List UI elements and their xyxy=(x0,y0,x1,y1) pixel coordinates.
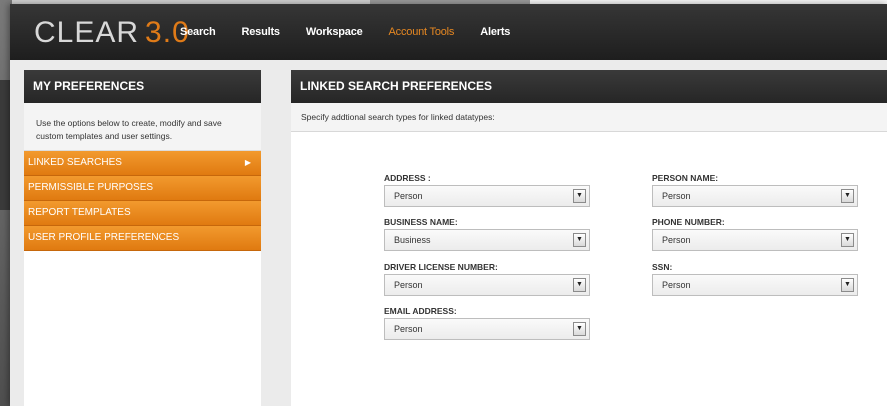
pref-item-permissible-purposes[interactable]: PERMISSIBLE PURPOSES xyxy=(24,176,261,201)
chevron-down-icon[interactable]: ▼ xyxy=(573,322,586,336)
email-field: EMAIL ADDRESS: Person ▼ xyxy=(384,304,594,340)
business-name-select[interactable]: Business ▼ xyxy=(384,229,590,251)
phone-number-field: PHONE NUMBER: Person ▼ xyxy=(652,215,862,251)
pref-item-linked-searches[interactable]: LINKED SEARCHES ▶ xyxy=(24,151,261,176)
address-value: Person xyxy=(394,191,423,201)
phone-number-select[interactable]: Person ▼ xyxy=(652,229,858,251)
chevron-right-icon: ▶ xyxy=(244,158,251,167)
screen: CLEAR 3.0 Search Results Workspace Accoun… xyxy=(0,0,887,406)
pref-item-report-templates[interactable]: REPORT TEMPLATES xyxy=(24,201,261,226)
chevron-down-icon[interactable]: ▼ xyxy=(841,233,854,247)
address-label: ADDRESS : xyxy=(384,173,431,183)
address-field: ADDRESS : Person ▼ xyxy=(384,171,594,207)
linked-search-panel: LINKED SEARCH PREFERENCES Specify addtio… xyxy=(291,70,887,406)
ssn-value: Person xyxy=(662,280,691,290)
chevron-down-icon[interactable]: ▼ xyxy=(573,233,586,247)
driver-license-label: DRIVER LICENSE NUMBER: xyxy=(384,262,498,272)
chevron-down-icon[interactable]: ▼ xyxy=(573,189,586,203)
email-select[interactable]: Person ▼ xyxy=(384,318,590,340)
main-nav: Search Results Workspace Account Tools A… xyxy=(180,4,536,60)
driver-license-select[interactable]: Person ▼ xyxy=(384,274,590,296)
top-navigation-bar: CLEAR 3.0 Search Results Workspace Accoun… xyxy=(10,4,887,60)
pref-item-label: LINKED SEARCHES xyxy=(28,157,122,168)
nav-account-tools[interactable]: Account Tools xyxy=(389,26,455,38)
preferences-title: MY PREFERENCES xyxy=(24,70,261,103)
nav-alerts[interactable]: Alerts xyxy=(480,26,510,38)
phone-number-label: PHONE NUMBER: xyxy=(652,217,725,227)
linked-search-title: LINKED SEARCH PREFERENCES xyxy=(291,70,887,103)
linked-search-description: Specify addtional search types for linke… xyxy=(291,103,887,132)
chevron-down-icon[interactable]: ▼ xyxy=(841,189,854,203)
nav-search[interactable]: Search xyxy=(180,26,216,38)
ssn-field: SSN: Person ▼ xyxy=(652,260,862,296)
nav-results[interactable]: Results xyxy=(242,26,281,38)
preferences-panel: MY PREFERENCES Use the options below to … xyxy=(24,70,261,406)
pref-item-label: REPORT TEMPLATES xyxy=(28,207,131,218)
person-name-value: Person xyxy=(662,191,691,201)
ssn-label: SSN: xyxy=(652,262,673,272)
pref-item-user-profile-preferences[interactable]: USER PROFILE PREFERENCES xyxy=(24,226,261,251)
nav-workspace[interactable]: Workspace xyxy=(306,26,363,38)
preferences-description: Use the options below to create, modify … xyxy=(24,103,261,151)
business-name-value: Business xyxy=(394,235,431,245)
person-name-label: PERSON NAME: xyxy=(652,173,719,183)
business-name-field: BUSINESS NAME: Business ▼ xyxy=(384,215,594,251)
pref-item-label: USER PROFILE PREFERENCES xyxy=(28,232,180,243)
phone-number-value: Person xyxy=(662,235,691,245)
business-name-label: BUSINESS NAME: xyxy=(384,217,458,227)
pref-item-label: PERMISSIBLE PURPOSES xyxy=(28,182,154,193)
chevron-down-icon[interactable]: ▼ xyxy=(573,278,586,292)
address-select[interactable]: Person ▼ xyxy=(384,185,590,207)
person-name-select[interactable]: Person ▼ xyxy=(652,185,858,207)
app-window: CLEAR 3.0 Search Results Workspace Accoun… xyxy=(10,4,887,406)
email-value: Person xyxy=(394,324,423,334)
person-name-field: PERSON NAME: Person ▼ xyxy=(652,171,862,207)
email-label: EMAIL ADDRESS: xyxy=(384,306,457,316)
ssn-select[interactable]: Person ▼ xyxy=(652,274,858,296)
driver-license-field: DRIVER LICENSE NUMBER: Person ▼ xyxy=(384,260,594,296)
driver-license-value: Person xyxy=(394,280,423,290)
chevron-down-icon[interactable]: ▼ xyxy=(841,278,854,292)
app-logo: CLEAR 3.0 xyxy=(34,16,190,49)
